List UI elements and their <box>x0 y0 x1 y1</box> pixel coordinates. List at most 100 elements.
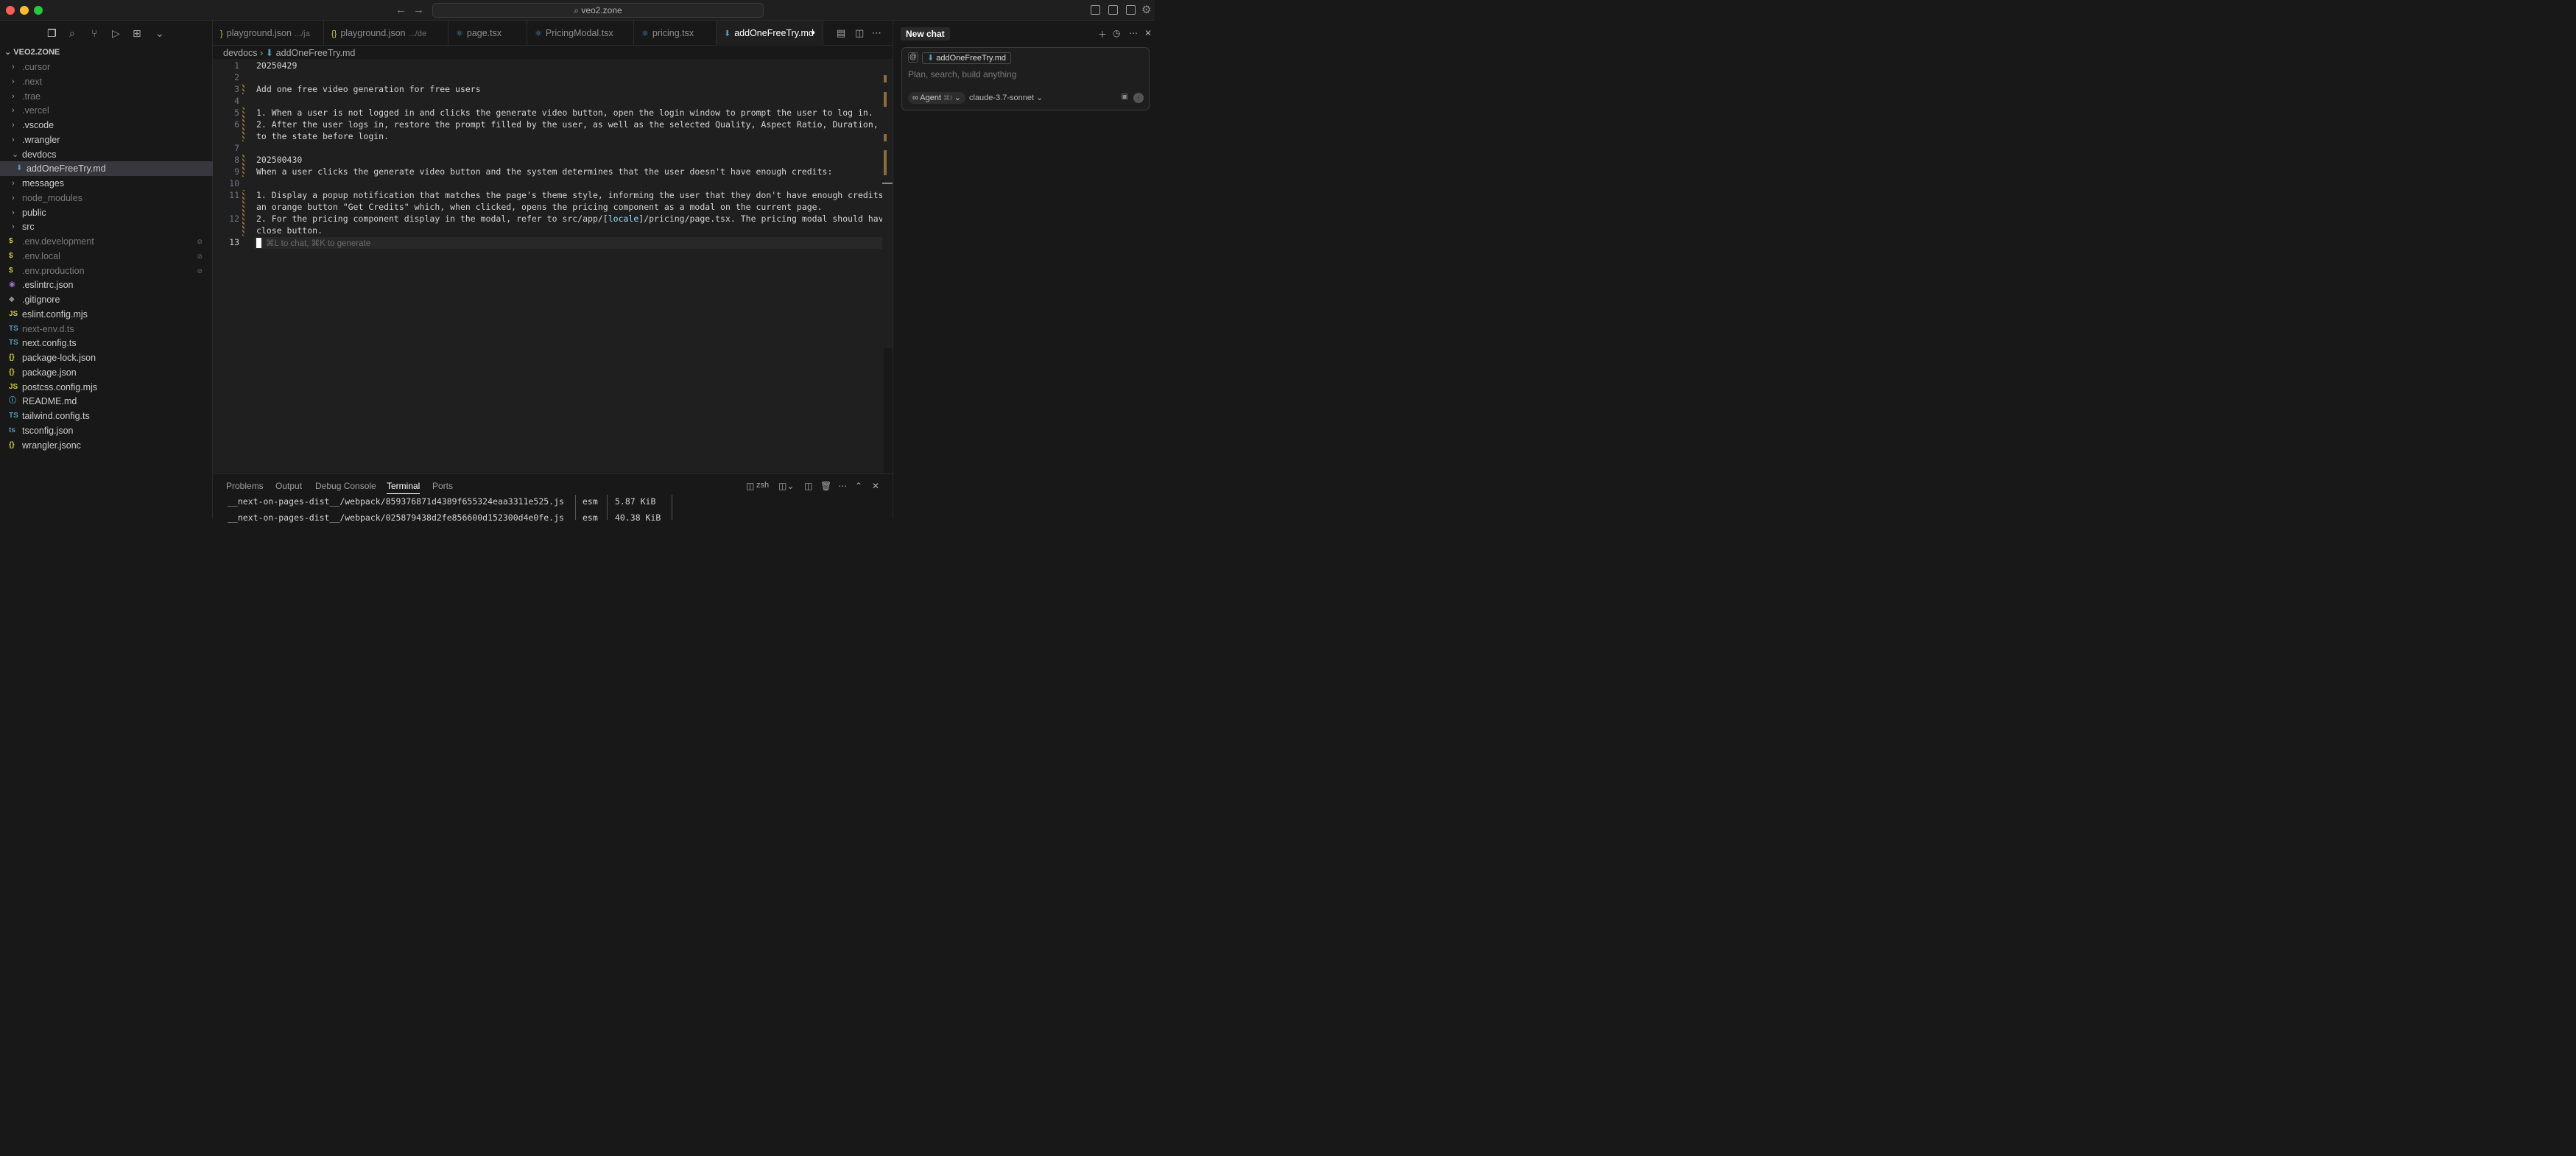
close-panel-icon[interactable]: ✕ <box>872 481 879 491</box>
gutter-change-mark <box>242 190 244 236</box>
chevron-down-icon: ⌄ <box>12 149 19 159</box>
tree-file[interactable]: {} package.json <box>0 365 213 380</box>
trash-icon[interactable]: 🗑 <box>820 481 831 491</box>
context-file-chip[interactable]: ⬇ addOneFreeTry.md <box>922 52 1012 64</box>
tree-folder[interactable]: › .cursor <box>0 60 213 74</box>
tree-file[interactable]: ◆ .gitignore <box>0 292 213 307</box>
tree-file[interactable]: {} package-lock.json <box>0 350 213 365</box>
files-icon[interactable]: ❐ <box>47 27 57 40</box>
mention-button[interactable]: @ <box>908 52 918 63</box>
extensions-icon[interactable]: ⊞ <box>133 27 141 40</box>
more-actions-icon[interactable]: ⋯ <box>872 27 881 39</box>
split-icon[interactable]: ◫ <box>804 481 812 491</box>
more-icon[interactable]: ⋯ <box>1129 28 1138 38</box>
forward-arrow-icon[interactable]: → <box>413 4 424 16</box>
explorer-root-title[interactable]: ⌄ VEO2.ZONE <box>0 47 213 57</box>
tree-file[interactable]: {} wrangler.jsonc <box>0 438 213 453</box>
tree-folder[interactable]: › node_modules <box>0 191 213 205</box>
tree-file[interactable]: $ .env.production ⊘ <box>0 264 213 278</box>
gear-icon[interactable]: ⚙ <box>1141 3 1151 16</box>
chevron-down-icon[interactable]: ⌄ <box>155 27 164 40</box>
editor-tab[interactable]: ⚛ PricingModal.tsx <box>527 21 634 46</box>
tree-file[interactable]: TS next.config.ts <box>0 336 213 350</box>
breadcrumb-file[interactable]: addOneFreeTry.md <box>276 48 356 58</box>
editor-tab[interactable]: } playground.json .../ja <box>213 21 324 46</box>
model-selector[interactable]: claude-3.7-sonnet ⌄ <box>969 92 1043 104</box>
chevron-down-icon: ⌄ <box>1036 94 1044 102</box>
terminal-cell: esm <box>583 512 598 523</box>
maximize-window-button[interactable] <box>34 6 43 15</box>
tree-folder[interactable]: › public <box>0 205 213 220</box>
tree-folder[interactable]: › .next <box>0 74 213 89</box>
editor-tab[interactable]: {} playground.json .../de <box>324 21 448 46</box>
panel-tab[interactable]: Output <box>275 481 302 491</box>
editor-tab[interactable]: ⬇ addOneFreeTry.md ● <box>717 21 823 46</box>
tree-item-label: tailwind.config.ts <box>22 411 90 421</box>
split-editor-icon[interactable]: ◫ <box>855 27 864 39</box>
markdown-icon: ⬇ <box>265 48 274 58</box>
more-icon[interactable]: ⋯ <box>838 481 847 491</box>
editor-tab[interactable]: ⚛ page.tsx <box>448 21 527 46</box>
ignored-icon: ⊘ <box>197 252 203 260</box>
minimize-window-button[interactable] <box>20 6 29 15</box>
tree-folder[interactable]: › .trae <box>0 89 213 104</box>
send-button[interactable]: ↑ <box>1133 93 1144 103</box>
maximize-panel-icon[interactable]: ⌃ <box>855 481 862 491</box>
tree-file[interactable]: $ .env.local ⊘ <box>0 249 213 264</box>
run-debug-icon[interactable]: ▷ <box>112 27 120 40</box>
chat-input[interactable]: Plan, search, build anything <box>908 69 1016 80</box>
close-icon[interactable]: ✕ <box>1144 28 1152 38</box>
editor-tab[interactable]: ⚛ pricing.tsx <box>634 21 717 46</box>
command-center-search[interactable]: ⌕ veo2.zone <box>432 3 764 18</box>
tree-file[interactable]: TS next-env.d.ts <box>0 322 213 336</box>
editor-tab-bar: } playground.json .../ja{} playground.json.… <box>213 21 893 46</box>
tree-folder[interactable]: ⌄ devdocs <box>0 147 213 162</box>
inline-hint: ⌘L to chat, ⌘K to generate <box>266 239 371 248</box>
tree-folder[interactable]: › .vercel <box>0 103 213 118</box>
close-window-button[interactable] <box>6 6 15 15</box>
panel-tab[interactable]: Terminal <box>387 481 420 494</box>
image-icon[interactable]: ▣ <box>1122 93 1128 101</box>
line-number: 5 <box>234 108 239 118</box>
unsaved-dot-icon[interactable]: ● <box>811 21 815 46</box>
tree-item-label: devdocs <box>22 149 57 160</box>
tree-file[interactable]: JS eslint.config.mjs <box>0 307 213 322</box>
source-control-icon[interactable]: ⑂ <box>91 27 97 39</box>
agent-mode-selector[interactable]: ∞ Agent ⌘I ⌄ <box>908 92 965 104</box>
chat-input-box[interactable]: @ ⬇ addOneFreeTry.md Plan, search, build… <box>901 47 1150 110</box>
split-terminal-icon[interactable]: ◫⌄ <box>778 481 794 491</box>
tree-file[interactable]: ◉ .eslintrc.json <box>0 278 213 292</box>
new-chat-tab[interactable]: New chat <box>901 27 950 40</box>
tree-folder[interactable]: › src <box>0 219 213 234</box>
chevron-right-icon: › <box>12 91 15 101</box>
open-preview-icon[interactable]: ▤ <box>837 27 845 39</box>
chevron-down-icon: ⌄ <box>954 94 961 102</box>
history-icon[interactable]: ◷ <box>1113 28 1120 38</box>
toggle-panel-icon[interactable] <box>1108 5 1118 15</box>
toggle-secondary-sidebar-icon[interactable] <box>1126 5 1136 15</box>
panel-tab[interactable]: Problems <box>226 481 264 491</box>
plus-icon[interactable]: ＋ <box>1098 28 1107 40</box>
back-arrow-icon[interactable]: ← <box>395 4 407 16</box>
tree-file[interactable]: $ .env.development ⊘ <box>0 234 213 249</box>
terminal-shell-name[interactable]: zsh <box>756 481 769 490</box>
chevron-right-icon: › <box>12 179 15 188</box>
panel-tab[interactable]: Debug Console <box>315 481 376 491</box>
code-editor[interactable]: 1 2 3 4 5 6 7 8 9 10 11 12 13 20250429 Add one free … <box>213 59 914 473</box>
panel-tab[interactable]: Ports <box>432 481 453 491</box>
tree-file[interactable]: JS postcss.config.mjs <box>0 380 213 395</box>
workspace-name: veo2.zone <box>581 5 622 15</box>
tree-folder[interactable]: › .wrangler <box>0 133 213 147</box>
search-icon[interactable]: ⌕ <box>69 27 75 40</box>
tree-file[interactable]: ⓘ README.md <box>0 394 213 409</box>
tab-path-hint: .../ja <box>294 29 310 38</box>
breadcrumb-folder[interactable]: devdocs <box>223 48 258 58</box>
tree-folder[interactable]: › messages <box>0 176 213 191</box>
tree-folder[interactable]: › .vscode <box>0 118 213 133</box>
tree-file[interactable]: TS tailwind.config.ts <box>0 409 213 423</box>
toggle-sidebar-icon[interactable] <box>1091 5 1100 15</box>
tree-file[interactable]: ts tsconfig.json <box>0 423 213 438</box>
tree-file[interactable]: ⬇ addOneFreeTry.md <box>0 161 213 177</box>
title-bar: ← → ⌕ veo2.zone ⚙ <box>0 0 1155 21</box>
editor-scrollbar[interactable] <box>882 59 893 348</box>
